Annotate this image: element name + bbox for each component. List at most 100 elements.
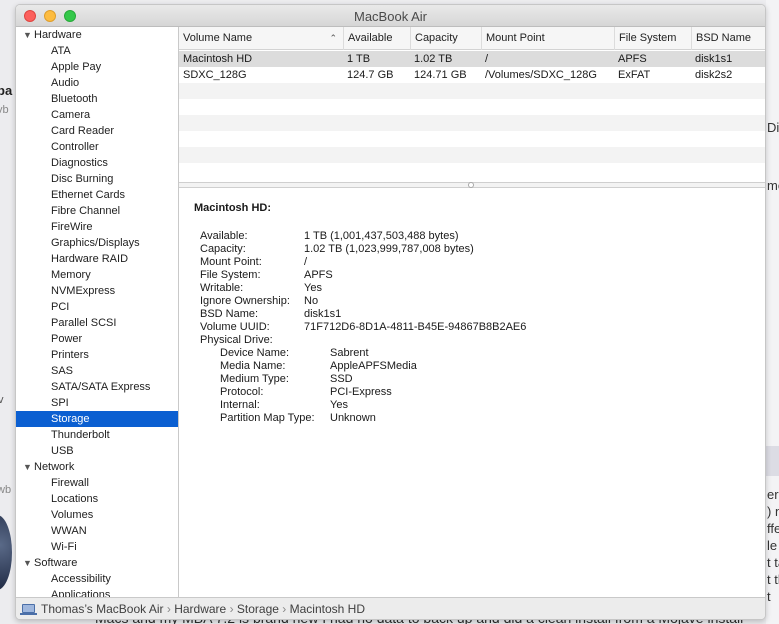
sidebar-item-memory[interactable]: Memory [16, 267, 178, 283]
cell-available: 124.7 GB [347, 69, 394, 81]
background-avatar [0, 515, 12, 590]
volume-table: Macintosh HD 1 TB 1.02 TB / APFS disk1s1… [179, 51, 765, 179]
sidebar-item-ata[interactable]: ATA [16, 43, 178, 59]
sidebar-item-accessibility[interactable]: Accessibility [16, 571, 178, 587]
detail-label: File System: [200, 269, 261, 281]
sidebar-item-wwan[interactable]: WWAN [16, 523, 178, 539]
sidebar-group-software[interactable]: ▼ Software [16, 555, 178, 571]
sidebar-item-fibre-channel[interactable]: Fibre Channel [16, 203, 178, 219]
sidebar-item-storage[interactable]: Storage [16, 411, 178, 427]
table-header: Volume Name ⌃ Available Capacity Mount P… [179, 27, 765, 50]
sidebar-item-controller[interactable]: Controller [16, 139, 178, 155]
column-header-label: Volume Name [183, 32, 253, 44]
background-right-strip: Di me er ) n ffe le t ta t th t nstal [766, 0, 779, 624]
sidebar-item-thunderbolt[interactable]: Thunderbolt [16, 427, 178, 443]
sidebar-item-ethernet-cards[interactable]: Ethernet Cards [16, 187, 178, 203]
path-separator-icon: › [229, 602, 234, 616]
sidebar-item-firewire[interactable]: FireWire [16, 219, 178, 235]
table-row-empty [179, 83, 765, 99]
detail-label: BSD Name: [200, 308, 259, 320]
detail-pane: Macintosh HD: Available: 1 TB (1,001,437… [179, 188, 765, 599]
cell-mount-point: / [485, 53, 489, 65]
path-item-volume[interactable]: Macintosh HD [290, 602, 365, 616]
background-snippet: wb [0, 484, 12, 496]
background-snippet: Di [767, 120, 779, 135]
path-bar: Thomas’s MacBook Air › Hardware › Storag… [16, 597, 765, 619]
background-snippet: t ta [767, 555, 779, 570]
sidebar-group-label: Software [34, 557, 78, 569]
detail-title: Macintosh HD: [194, 202, 271, 214]
background-snippet: t th [767, 572, 779, 587]
detail-value: PCI-Express [330, 386, 392, 398]
path-item-storage[interactable]: Storage [237, 602, 279, 616]
background-snippet: ffe [767, 521, 779, 536]
detail-value: Unknown [330, 412, 376, 424]
detail-label: Capacity: [200, 243, 246, 255]
path-item-hardware[interactable]: Hardware [174, 602, 226, 616]
column-header-bsd-name[interactable]: BSD Name [691, 27, 765, 50]
sidebar-item-locations[interactable]: Locations [16, 491, 178, 507]
detail-label: Protocol: [220, 386, 264, 398]
sidebar-group-network[interactable]: ▼ Network [16, 459, 178, 475]
sidebar-item-firewall[interactable]: Firewall [16, 475, 178, 491]
disclosure-triangle-icon[interactable]: ▼ [23, 27, 32, 43]
sidebar-item-volumes[interactable]: Volumes [16, 507, 178, 523]
sidebar-item-apple-pay[interactable]: Apple Pay [16, 59, 178, 75]
sidebar-item-graphics-displays[interactable]: Graphics/Displays [16, 235, 178, 251]
detail-label: Writable: [200, 282, 244, 294]
sidebar-item-wi-fi[interactable]: Wi-Fi [16, 539, 178, 555]
column-header-file-system[interactable]: File System [614, 27, 691, 50]
disclosure-triangle-icon[interactable]: ▼ [23, 555, 32, 571]
background-snippet: vb [0, 104, 9, 116]
background-snippet: er [767, 487, 779, 502]
column-header-mount-point[interactable]: Mount Point [481, 27, 614, 50]
detail-value: APFS [304, 269, 333, 281]
sidebar-item-nvmexpress[interactable]: NVMExpress [16, 283, 178, 299]
sidebar-item-audio[interactable]: Audio [16, 75, 178, 91]
cell-bsd-name: disk1s1 [695, 53, 733, 65]
detail-value: Sabrent [330, 347, 369, 359]
table-row-empty [179, 131, 765, 147]
sidebar-item-printers[interactable]: Printers [16, 347, 178, 363]
sidebar-item-usb[interactable]: USB [16, 443, 178, 459]
detail-label: Medium Type: [220, 373, 289, 385]
sidebar-item-hardware-raid[interactable]: Hardware RAID [16, 251, 178, 267]
sidebar-item-spi[interactable]: SPI [16, 395, 178, 411]
sidebar-item-power[interactable]: Power [16, 331, 178, 347]
sidebar-group-label: Network [34, 461, 75, 473]
table-row[interactable]: Macintosh HD 1 TB 1.02 TB / APFS disk1s1 [179, 51, 765, 67]
disclosure-triangle-icon[interactable]: ▼ [23, 459, 32, 475]
sidebar-item-parallel-scsi[interactable]: Parallel SCSI [16, 315, 178, 331]
cell-volume-name: SDXC_128G [183, 69, 247, 81]
sidebar-item-card-reader[interactable]: Card Reader [16, 123, 178, 139]
sidebar-item-camera[interactable]: Camera [16, 107, 178, 123]
column-header-volume-name[interactable]: Volume Name ⌃ [179, 27, 343, 50]
cell-available: 1 TB [347, 53, 371, 65]
background-snippet: ) n [767, 504, 779, 519]
table-row[interactable]: SDXC_128G 124.7 GB 124.71 GB /Volumes/SD… [179, 67, 765, 83]
background-left-strip: pa vb v wb [0, 0, 15, 624]
sidebar-group-label: Hardware [34, 29, 82, 41]
path-separator-icon: › [166, 602, 171, 616]
sidebar-item-sata[interactable]: SATA/SATA Express [16, 379, 178, 395]
path-item-computer[interactable]: Thomas’s MacBook Air [41, 602, 164, 616]
detail-value: / [304, 256, 308, 268]
column-header-capacity[interactable]: Capacity [410, 27, 481, 50]
sidebar-item-sas[interactable]: SAS [16, 363, 178, 379]
detail-value: 71F712D6-8D1A-4811-B45E-94867B8B2AE6 [304, 321, 527, 333]
main-content: Volume Name ⌃ Available Capacity Mount P… [179, 27, 765, 599]
sidebar-item-disc-burning[interactable]: Disc Burning [16, 171, 178, 187]
system-information-window: MacBook Air ▼ Hardware ATA Apple Pay Aud… [15, 4, 766, 620]
detail-label: Ignore Ownership: [200, 295, 290, 307]
title-bar[interactable]: MacBook Air [16, 5, 765, 27]
background-snippet: me [767, 178, 779, 193]
sidebar-item-bluetooth[interactable]: Bluetooth [16, 91, 178, 107]
detail-value: disk1s1 [304, 308, 342, 320]
detail-value: 1.02 TB (1,023,999,787,008 bytes) [304, 243, 474, 255]
sidebar-item-pci[interactable]: PCI [16, 299, 178, 315]
cell-file-system: ExFAT [618, 69, 651, 81]
sidebar-item-diagnostics[interactable]: Diagnostics [16, 155, 178, 171]
sort-ascending-icon: ⌃ [329, 33, 337, 43]
column-header-available[interactable]: Available [343, 27, 410, 50]
sidebar-group-hardware[interactable]: ▼ Hardware [16, 27, 178, 43]
